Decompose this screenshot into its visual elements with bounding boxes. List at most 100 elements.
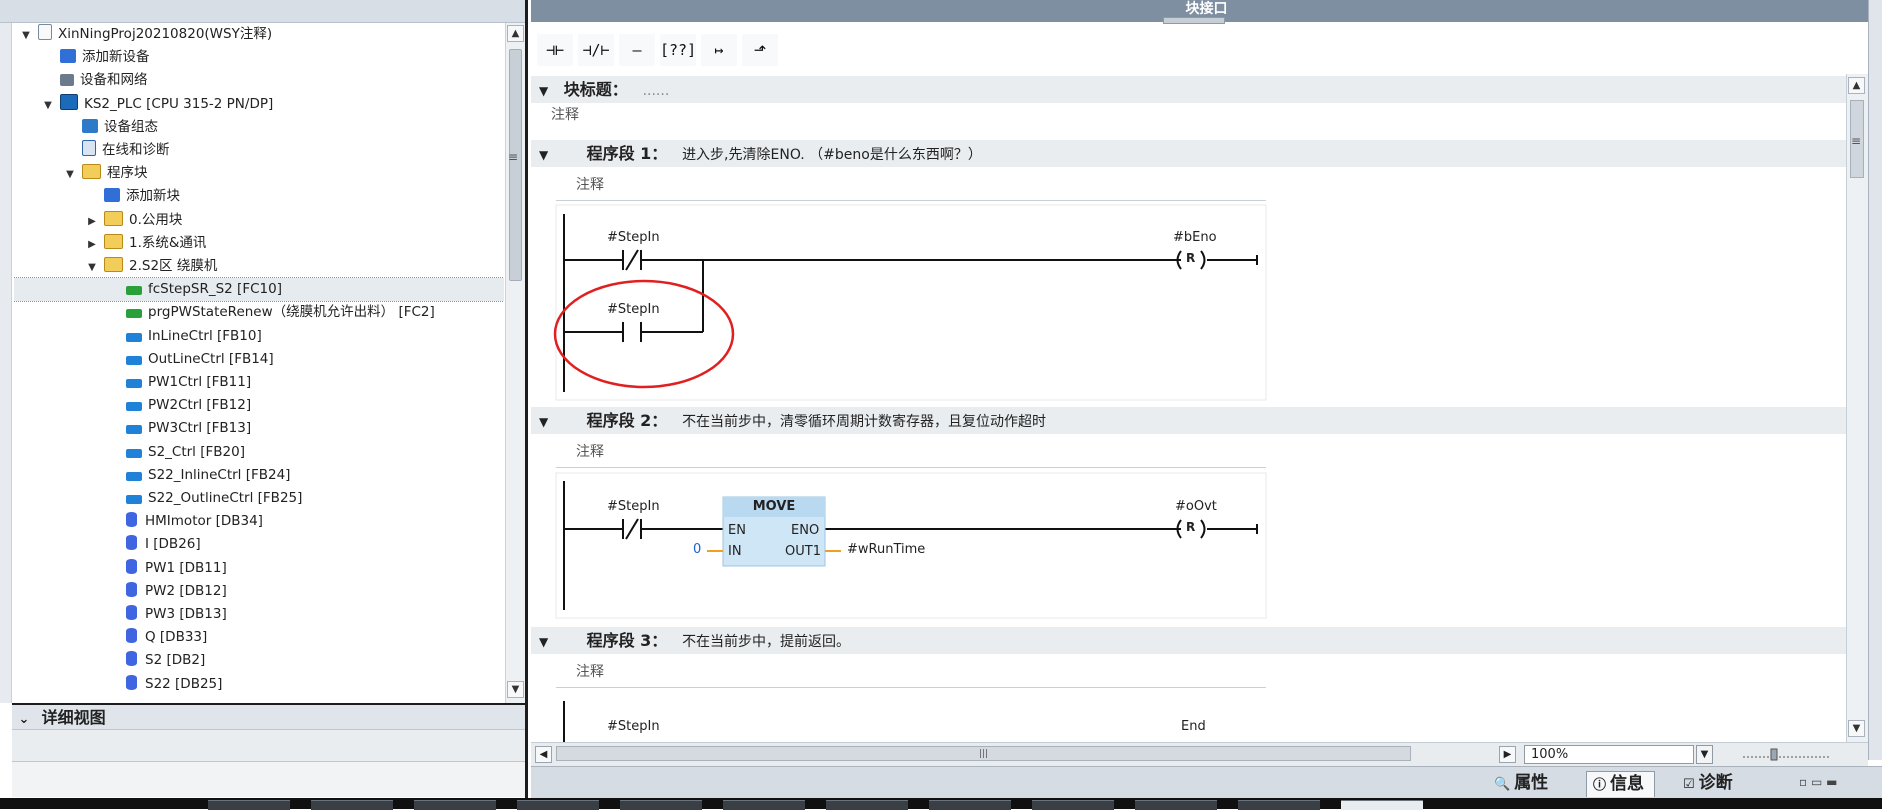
zoom-dropdown-arrow-icon[interactable]: ▼ bbox=[1696, 745, 1713, 764]
tree-item-label: 0.公用块 bbox=[129, 211, 183, 228]
expand-right-icon[interactable]: ▶ bbox=[86, 233, 98, 256]
editor-scrollbar[interactable]: ▲ ▼ bbox=[1846, 74, 1868, 742]
network-2-coil-var[interactable]: #oOvt bbox=[1175, 499, 1217, 514]
panel-layout-icon[interactable]: ▫ ▭ ▬ bbox=[1799, 775, 1837, 789]
tree-item[interactable]: S22_OutlineCtrl [FB25] bbox=[14, 487, 504, 510]
db-icon bbox=[126, 628, 137, 644]
tree-item[interactable]: OutLineCtrl [FB14] bbox=[14, 348, 504, 371]
fb-icon bbox=[126, 448, 142, 458]
splitter-grip-icon[interactable]: ≡ bbox=[508, 150, 518, 164]
tree-item[interactable]: 添加新块 bbox=[14, 185, 504, 208]
scroll-left-button[interactable]: ◀ bbox=[535, 746, 552, 763]
nc-contact-button[interactable]: ⊣/⊢ bbox=[578, 34, 614, 66]
detail-view-header[interactable]: ⌄ 详细视图 bbox=[12, 703, 525, 729]
fb-icon bbox=[126, 332, 142, 342]
folder-icon bbox=[104, 210, 123, 226]
db-icon bbox=[126, 558, 137, 574]
tab-diagnostics[interactable]: ☑ 诊断 bbox=[1677, 771, 1743, 796]
tab-info[interactable]: ⓘ 信息 bbox=[1586, 771, 1656, 797]
tree-item[interactable]: ▼ 2.S2区 绕膜机 bbox=[14, 255, 504, 278]
tree-item[interactable]: HMImotor [DB34] bbox=[14, 510, 504, 533]
tree-item-label: 1.系统&通讯 bbox=[129, 234, 207, 251]
tree-item[interactable]: fcStepSR_S2 [FC10] bbox=[14, 277, 504, 303]
add-device-icon bbox=[60, 49, 76, 64]
tree-item[interactable]: PW1 [DB11] bbox=[14, 557, 504, 580]
splitter-grip-icon[interactable]: ≡ bbox=[1851, 134, 1861, 148]
tree-item[interactable]: PW3Ctrl [FB13] bbox=[14, 417, 504, 440]
tree-item-label: PW1Ctrl [FB11] bbox=[148, 374, 252, 390]
tree-item[interactable]: S2 [DB2] bbox=[14, 649, 504, 672]
tree-item[interactable]: ▶ 0.公用块 bbox=[14, 209, 504, 232]
expand-down-icon[interactable]: ▼ bbox=[20, 24, 32, 47]
tree-item[interactable]: ▼ XinNingProj20210820(WSY注释) bbox=[14, 23, 504, 46]
coil-button[interactable]: –()– bbox=[619, 34, 655, 91]
tree-item-label: 2.S2区 绕膜机 bbox=[129, 258, 218, 274]
network-1-coil-var[interactable]: #bEno bbox=[1173, 230, 1217, 245]
project-tree-scrollbar[interactable]: ▲ ▼ bbox=[505, 23, 525, 703]
scroll-right-button[interactable]: ▶ bbox=[1499, 746, 1516, 763]
tree-item[interactable]: ▼ KS2_PLC [CPU 315-2 PN/DP] bbox=[14, 93, 504, 116]
fb-icon bbox=[126, 402, 142, 412]
highlight-circle bbox=[553, 279, 735, 389]
empty-box-button[interactable]: [??] bbox=[660, 34, 696, 66]
tree-item[interactable]: PW2Ctrl [FB12] bbox=[14, 394, 504, 417]
tree-item-label: S2_Ctrl [FB20] bbox=[148, 443, 245, 460]
tree-item-label: PW2 [DB12] bbox=[145, 582, 227, 599]
hscroll-thumb[interactable]: ||| bbox=[556, 746, 1411, 761]
tree-item[interactable]: prgPWStateRenew（绕膜机允许出料） [FC2] bbox=[14, 301, 504, 324]
expand-right-icon[interactable]: ▶ bbox=[86, 210, 98, 233]
tree-item[interactable]: 设备组态 bbox=[14, 116, 504, 139]
zoom-select[interactable]: 100% bbox=[1524, 745, 1694, 764]
tree-item[interactable]: S22 [DB25] bbox=[14, 673, 504, 696]
network-2-contact-var[interactable]: #StepIn bbox=[607, 499, 660, 514]
scroll-down-button[interactable]: ▼ bbox=[1848, 720, 1865, 737]
close-branch-button[interactable]: ⬏ bbox=[742, 34, 778, 66]
tree-item[interactable]: 设备和网络 bbox=[14, 69, 504, 92]
tree-item[interactable]: ▼ 程序块 bbox=[14, 162, 504, 185]
network-1-branch-var[interactable]: #StepIn bbox=[607, 302, 660, 317]
tab-properties[interactable]: 🔍 属性 bbox=[1488, 771, 1558, 796]
no-contact-button[interactable]: ⊣⊢ bbox=[537, 34, 573, 66]
scroll-thumb[interactable] bbox=[509, 49, 522, 281]
expand-down-icon[interactable]: ▼ bbox=[86, 256, 98, 279]
scroll-up-button[interactable]: ▲ bbox=[1848, 77, 1865, 94]
tree-item[interactable]: S22_InlineCtrl [FB24] bbox=[14, 464, 504, 487]
tree-item[interactable]: 添加新设备 bbox=[14, 46, 504, 69]
network-3-end-label[interactable]: End bbox=[1181, 719, 1206, 734]
tree-item-label: 程序块 bbox=[107, 165, 148, 182]
tree-item[interactable]: InLineCtrl [FB10] bbox=[14, 325, 504, 348]
tree-item[interactable]: PW1Ctrl [FB11] bbox=[14, 371, 504, 394]
zoom-slider[interactable] bbox=[1741, 748, 1831, 762]
tree-item[interactable]: PW3 [DB13] bbox=[14, 603, 504, 626]
scroll-down-button[interactable]: ▼ bbox=[507, 681, 524, 698]
fb-icon bbox=[126, 495, 142, 504]
ladder-editor[interactable]: ▼ 块标题： ...... 注释 ▼ 程序段 1： 进入步,先清除ENO. （#… bbox=[531, 74, 1846, 742]
task-card-strip[interactable] bbox=[1868, 0, 1882, 760]
tree-item[interactable]: PW2 [DB12] bbox=[14, 580, 504, 603]
device-config-icon bbox=[82, 118, 98, 133]
tree-item[interactable]: 在线和诊断 bbox=[14, 139, 504, 162]
network-1-contact-var[interactable]: #StepIn bbox=[607, 230, 660, 245]
network-3-contact-var[interactable]: #StepIn bbox=[607, 719, 660, 734]
tree-item[interactable]: ▶ 1.系统&通讯 bbox=[14, 232, 504, 255]
open-branch-button[interactable]: ↦ bbox=[701, 34, 737, 66]
network-1-coil-type: R bbox=[1186, 251, 1196, 265]
tree-item[interactable]: Q [DB33] bbox=[14, 626, 504, 649]
tree-item[interactable]: S2_Ctrl [FB20] bbox=[14, 441, 504, 464]
move-out-pin: OUT1 bbox=[785, 544, 821, 559]
scroll-up-button[interactable]: ▲ bbox=[507, 25, 524, 42]
db-icon bbox=[126, 581, 137, 597]
ladder-diagram[interactable] bbox=[531, 74, 1846, 742]
tree-item[interactable]: I [DB26] bbox=[14, 533, 504, 556]
block-interface-splitter[interactable] bbox=[1163, 17, 1225, 24]
tree-item-label: prgPWStateRenew（绕膜机允许出料） [FC2] bbox=[148, 304, 435, 321]
tree-item-label: S22_InlineCtrl [FB24] bbox=[148, 466, 291, 483]
expand-down-icon[interactable]: ▼ bbox=[64, 163, 76, 186]
tree-item-label: S2 [DB2] bbox=[145, 652, 206, 669]
info-icon: ⓘ bbox=[1593, 778, 1607, 793]
move-out-var[interactable]: #wRunTime bbox=[847, 542, 925, 557]
network-2-coil-type: R bbox=[1186, 520, 1196, 534]
move-in-value[interactable]: 0 bbox=[693, 542, 701, 557]
expand-down-icon[interactable]: ▼ bbox=[42, 94, 54, 117]
editor-hscroll[interactable]: ◀ ||| ▶ 100% ▼ bbox=[531, 742, 1868, 766]
